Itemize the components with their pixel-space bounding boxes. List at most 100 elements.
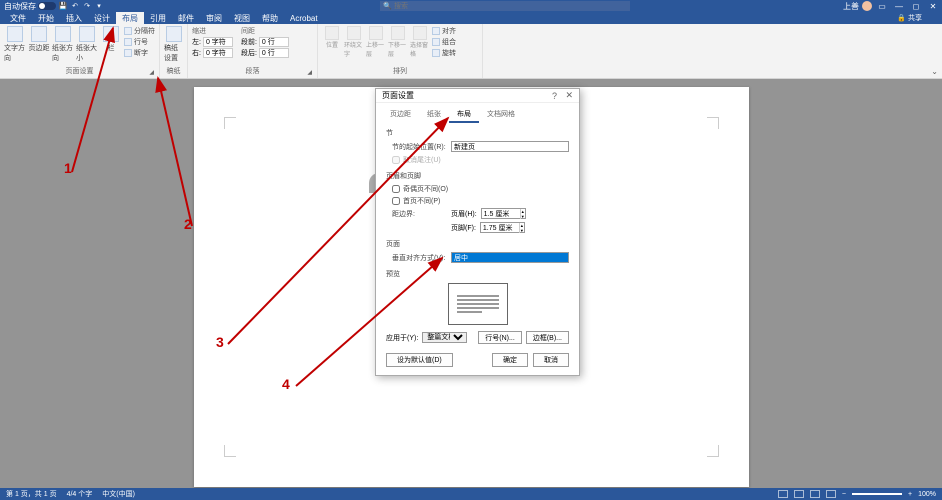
tab-design[interactable]: 设计: [88, 12, 116, 24]
hyphenation-button[interactable]: 断字: [124, 48, 155, 58]
rotate-button[interactable]: 旋转: [432, 48, 456, 58]
autosave-toggle[interactable]: 自动保存: [4, 1, 56, 12]
zoom-level-label[interactable]: 100%: [918, 491, 936, 498]
dialog-tab-paper[interactable]: 纸张: [419, 107, 449, 123]
zoom-in-icon[interactable]: +: [908, 491, 912, 498]
redo-icon[interactable]: ↷: [82, 1, 92, 11]
tab-home[interactable]: 开始: [32, 12, 60, 24]
page-setup-dialog: 页面设置 ? ✕ 页边距 纸张 布局 文档网格 节 节的起始位置(R): 新建页…: [375, 88, 580, 376]
vertical-align-select[interactable]: 居中: [451, 252, 569, 263]
close-icon[interactable]: ✕: [926, 0, 940, 12]
read-mode-icon[interactable]: [794, 490, 804, 498]
title-bar: 自动保存 💾 ↶ ↷ ▾ 文档1 - Word 🔍 上善 ▭ — ◻ ✕: [0, 0, 942, 12]
spacing-after-input[interactable]: [259, 48, 289, 58]
preview-thumbnail: [448, 283, 508, 325]
text-direction-button[interactable]: 文字方向: [4, 26, 26, 66]
manuscript-group-label: 稿纸: [164, 66, 183, 76]
section-start-label: 节的起始位置(R):: [392, 142, 447, 152]
language-label[interactable]: 中文(中国): [102, 489, 135, 499]
odd-even-checkbox[interactable]: [392, 185, 400, 193]
section-start-select[interactable]: 新建页: [451, 141, 569, 152]
line-numbers-dialog-button[interactable]: 行号(N)...: [478, 331, 522, 344]
header-distance-input[interactable]: 1.5 厘米▲▼: [481, 208, 526, 219]
zoom-out-icon[interactable]: −: [842, 491, 846, 498]
ribbon: 文字方向 页边距 纸张方向 纸张大小 栏 分隔符 行号 断字 页面设置 ◢ 稿纸设…: [0, 24, 942, 79]
align-button[interactable]: 对齐: [432, 26, 456, 36]
section-heading: 节: [386, 128, 569, 138]
share-button[interactable]: 🔒 共享: [897, 13, 922, 23]
search-input[interactable]: [380, 1, 630, 11]
undo-icon[interactable]: ↶: [70, 1, 80, 11]
username-label: 上善: [843, 1, 859, 12]
page-count-label[interactable]: 第 1 页，共 1 页: [6, 489, 57, 499]
preview-heading: 预览: [386, 269, 569, 279]
columns-button[interactable]: 栏: [100, 26, 122, 66]
suppress-endnotes-checkbox: [392, 156, 400, 164]
status-bar: 第 1 页，共 1 页 4/4 个字 中文(中国) − + 100%: [0, 488, 942, 500]
line-numbers-button[interactable]: 行号: [124, 37, 155, 47]
indent-label: 缩进: [192, 26, 233, 36]
group-button[interactable]: 组合: [432, 37, 456, 47]
footer-distance-input[interactable]: 1.75 厘米▲▼: [480, 222, 525, 233]
selection-pane-button[interactable]: 选择窗格: [410, 26, 430, 66]
focus-mode-icon[interactable]: [778, 490, 788, 498]
spacing-label: 间距: [241, 26, 289, 36]
maximize-icon[interactable]: ◻: [909, 0, 923, 12]
set-default-button[interactable]: 设为默认值(D): [386, 353, 453, 367]
tab-help[interactable]: 帮助: [256, 12, 284, 24]
spacing-before-input[interactable]: [259, 37, 289, 47]
qat-dropdown-icon[interactable]: ▾: [94, 1, 104, 11]
save-icon[interactable]: 💾: [58, 1, 68, 11]
tab-view[interactable]: 视图: [228, 12, 256, 24]
user-avatar[interactable]: [862, 1, 872, 11]
search-icon: 🔍: [383, 2, 392, 10]
ok-button[interactable]: 确定: [492, 353, 528, 367]
apply-to-select[interactable]: 整篇文档: [422, 332, 467, 343]
page-setup-group-label: 页面设置: [66, 68, 94, 75]
from-edge-label: 距边界:: [392, 209, 447, 219]
dialog-title: 页面设置: [382, 90, 414, 101]
indent-right-input[interactable]: [203, 48, 233, 58]
web-layout-icon[interactable]: [826, 490, 836, 498]
tab-file[interactable]: 文件: [4, 12, 32, 24]
minimize-icon[interactable]: —: [892, 0, 906, 12]
annotation-2: 2: [184, 216, 192, 232]
send-backward-button[interactable]: 下移一层: [388, 26, 408, 66]
cancel-button[interactable]: 取消: [533, 353, 569, 367]
arrange-group-label: 排列: [322, 66, 478, 76]
collapse-ribbon-icon[interactable]: ⌄: [931, 67, 938, 76]
position-button[interactable]: 位置: [322, 26, 342, 66]
breaks-button[interactable]: 分隔符: [124, 26, 155, 36]
tab-review[interactable]: 审阅: [200, 12, 228, 24]
headers-footers-heading: 页眉和页脚: [386, 171, 569, 181]
margins-button[interactable]: 页边距: [28, 26, 50, 66]
tab-references[interactable]: 引用: [144, 12, 172, 24]
first-page-checkbox[interactable]: [392, 197, 400, 205]
bring-forward-button[interactable]: 上移一层: [366, 26, 386, 66]
tab-layout[interactable]: 布局: [116, 12, 144, 24]
tab-mailings[interactable]: 邮件: [172, 12, 200, 24]
paragraph-group-label: 段落: [246, 68, 260, 75]
dialog-tab-grid[interactable]: 文档网格: [479, 107, 523, 123]
size-button[interactable]: 纸张大小: [76, 26, 98, 66]
dialog-tab-margins[interactable]: 页边距: [382, 107, 419, 123]
page-heading: 页面: [386, 239, 569, 249]
dialog-help-icon[interactable]: ?: [552, 91, 557, 101]
paragraph-launcher[interactable]: ◢: [307, 69, 312, 76]
indent-left-input[interactable]: [203, 37, 233, 47]
borders-dialog-button[interactable]: 边框(B)...: [526, 331, 569, 344]
apply-to-label: 应用于(Y):: [386, 333, 418, 343]
annotation-1: 1: [64, 160, 72, 176]
manuscript-settings-button[interactable]: 稿纸设置: [164, 26, 183, 66]
tab-insert[interactable]: 插入: [60, 12, 88, 24]
page-setup-launcher[interactable]: ◢: [149, 69, 154, 76]
tab-acrobat[interactable]: Acrobat: [284, 12, 324, 24]
ribbon-display-icon[interactable]: ▭: [875, 0, 889, 12]
word-count-label[interactable]: 4/4 个字: [67, 489, 93, 499]
zoom-slider[interactable]: [852, 493, 902, 495]
print-layout-icon[interactable]: [810, 490, 820, 498]
wrap-text-button[interactable]: 环绕文字: [344, 26, 364, 66]
dialog-tab-layout[interactable]: 布局: [449, 107, 479, 123]
dialog-close-icon[interactable]: ✕: [565, 90, 573, 101]
orientation-button[interactable]: 纸张方向: [52, 26, 74, 66]
